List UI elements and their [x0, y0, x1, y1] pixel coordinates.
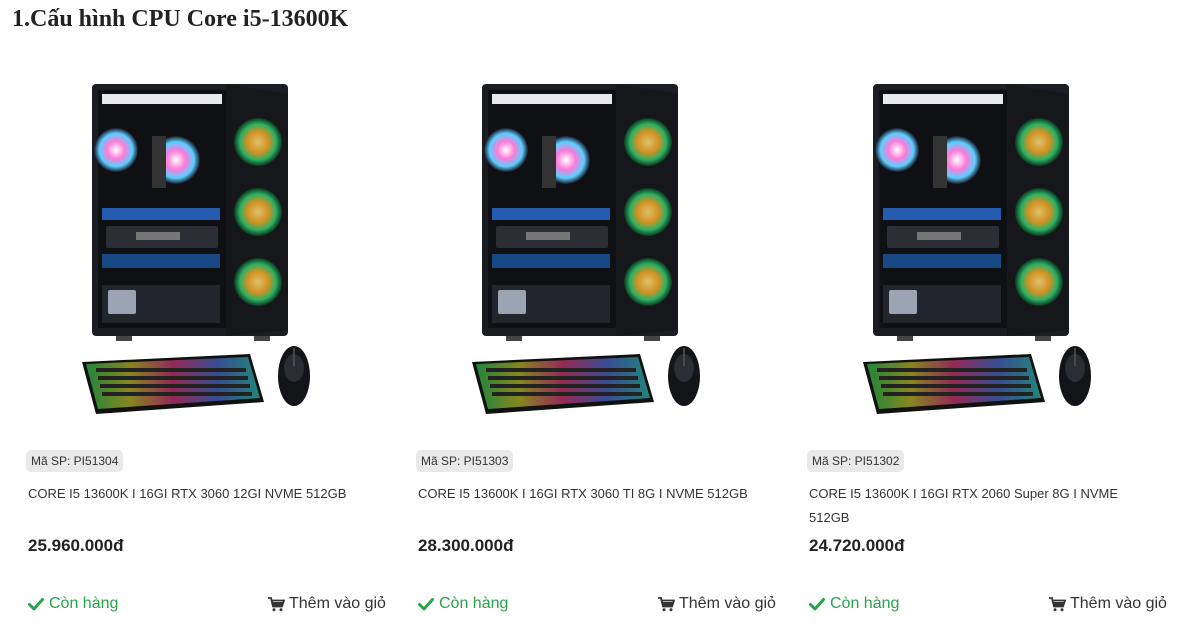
add-to-cart-button[interactable]: Thêm vào giỏ — [268, 595, 386, 613]
product-image[interactable] — [857, 80, 1097, 430]
add-to-cart-label: Thêm vào giỏ — [1070, 595, 1167, 612]
cart-icon — [1049, 596, 1066, 611]
cart-icon — [658, 596, 675, 611]
product-card: Mã SP: PI51302 CORE I5 13600K I 16GI RTX… — [807, 70, 1167, 640]
product-name-link[interactable]: CORE I5 13600K I 16GI RTX 3060 TI 8G I N… — [418, 482, 763, 506]
product-sku-badge: Mã SP: PI51303 — [416, 450, 514, 472]
stock-status: Còn hàng — [418, 595, 508, 613]
check-icon — [28, 598, 44, 611]
product-name-link[interactable]: CORE I5 13600K I 16GI RTX 3060 12GI NVME… — [28, 482, 373, 506]
stock-label: Còn hàng — [49, 595, 119, 612]
check-icon — [809, 598, 825, 611]
product-card: Mã SP: PI51303 CORE I5 13600K I 16GI RTX… — [416, 70, 776, 640]
product-price: 24.720.000đ — [809, 536, 905, 555]
stock-status: Còn hàng — [809, 595, 899, 613]
product-image[interactable] — [76, 80, 316, 430]
add-to-cart-label: Thêm vào giỏ — [679, 595, 776, 612]
product-sku-badge: Mã SP: PI51304 — [26, 450, 124, 472]
product-image[interactable] — [466, 80, 706, 430]
stock-label: Còn hàng — [439, 595, 509, 612]
product-price: 25.960.000đ — [28, 536, 124, 555]
product-name-link[interactable]: CORE I5 13600K I 16GI RTX 2060 Super 8G … — [809, 482, 1154, 530]
add-to-cart-button[interactable]: Thêm vào giỏ — [658, 595, 776, 613]
product-sku-badge: Mã SP: PI51302 — [807, 450, 905, 472]
product-card: Mã SP: PI51304 CORE I5 13600K I 16GI RTX… — [26, 70, 386, 640]
stock-status: Còn hàng — [28, 595, 118, 613]
add-to-cart-button[interactable]: Thêm vào giỏ — [1049, 595, 1167, 613]
product-grid: Mã SP: PI51304 CORE I5 13600K I 16GI RTX… — [0, 0, 1178, 642]
stock-label: Còn hàng — [830, 595, 900, 612]
check-icon — [418, 598, 434, 611]
add-to-cart-label: Thêm vào giỏ — [289, 595, 386, 612]
product-price: 28.300.000đ — [418, 536, 514, 555]
cart-icon — [268, 596, 285, 611]
